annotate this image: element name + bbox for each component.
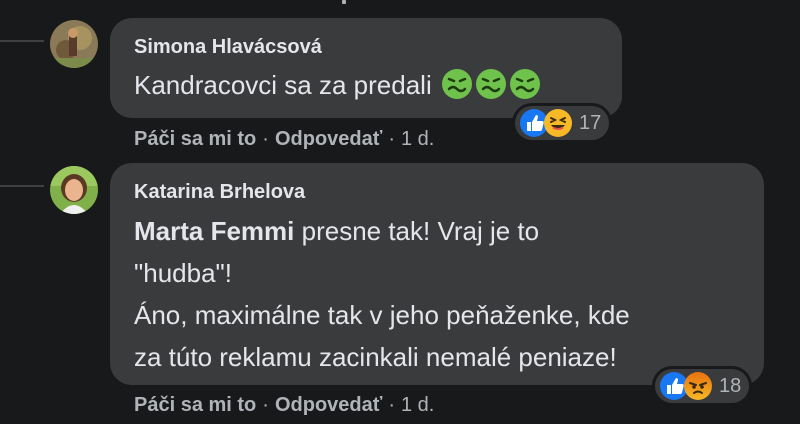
- separator: ·: [262, 128, 269, 150]
- reply-button[interactable]: Odpovedať: [275, 128, 382, 150]
- reaction-count: 18: [719, 374, 742, 397]
- nauseated-face-icon: [475, 69, 506, 99]
- comment-author[interactable]: Simona Hlavácsová: [134, 36, 322, 59]
- like-button[interactable]: Páči sa mi to: [134, 128, 256, 150]
- comment-line: Marta Femmi presne tak! Vraj je to: [134, 210, 734, 252]
- thread-connector-line: [0, 40, 44, 42]
- avatar[interactable]: [50, 166, 98, 214]
- comment-author[interactable]: Katarina Brhelova: [134, 181, 305, 204]
- thread-connector-line: [0, 185, 44, 187]
- comment-text: Marta Femmi presne tak! Vraj je to "hudb…: [134, 210, 734, 378]
- separator: ·: [388, 128, 395, 150]
- comment-timestamp[interactable]: 1 d.: [401, 128, 434, 150]
- emoji-group: [439, 69, 541, 100]
- separator: ·: [262, 394, 269, 416]
- comment-text-content: presne tak! Vraj je to: [294, 216, 540, 246]
- laugh-icon: [544, 109, 572, 137]
- previous-comment-remnant: [342, 0, 346, 4]
- reaction-count: 17: [579, 111, 602, 134]
- avatar[interactable]: [50, 20, 98, 68]
- comment-text-content: Kandracovci sa za predali: [134, 70, 432, 100]
- like-button[interactable]: Páči sa mi to: [134, 394, 256, 416]
- reaction-summary[interactable]: 17: [515, 106, 610, 140]
- reply-button[interactable]: Odpovedať: [275, 394, 382, 416]
- comment-actions: Páči sa mi to · Odpovedať · 1 d.: [134, 394, 434, 417]
- comment-text: Kandracovci sa za predali: [134, 64, 541, 106]
- nauseated-face-icon: [441, 69, 472, 99]
- comment-actions: Páči sa mi to · Odpovedať · 1 d.: [134, 128, 434, 151]
- angry-icon: [684, 372, 712, 400]
- comment-timestamp[interactable]: 1 d.: [401, 394, 434, 416]
- comment-line: Áno, maximálne tak v jeho peňaženke, kde: [134, 300, 630, 330]
- reaction-summary[interactable]: 18: [655, 369, 750, 403]
- nauseated-face-icon: [509, 69, 540, 99]
- mention-link[interactable]: Marta Femmi: [134, 216, 294, 246]
- comment-line: "hudba"!: [134, 258, 232, 288]
- separator: ·: [388, 394, 395, 416]
- comment-line: za túto reklamu zacinkali nemalé peniaze…: [134, 342, 617, 372]
